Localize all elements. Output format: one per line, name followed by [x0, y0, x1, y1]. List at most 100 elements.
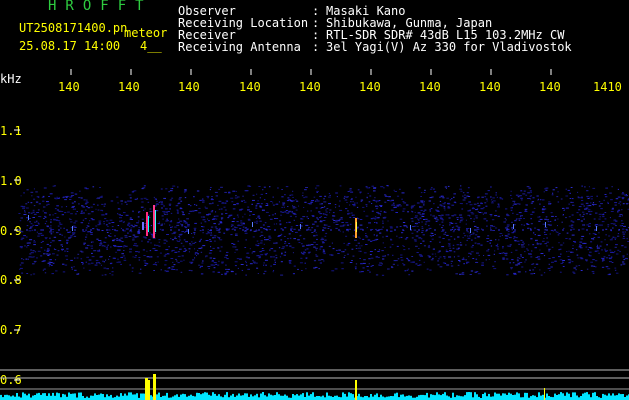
noise-speck: [446, 264, 450, 266]
noise-speck: [230, 225, 233, 227]
noise-speck: [430, 214, 432, 216]
noise-speck: [530, 223, 533, 225]
noise-speck: [494, 250, 496, 252]
noise-speck: [52, 231, 54, 233]
noise-speck: [198, 264, 200, 266]
noise-speck: [384, 201, 387, 203]
noise-speck: [205, 233, 209, 235]
noise-speck: [521, 244, 524, 246]
baseline-bar: [422, 394, 424, 400]
noise-speck: [198, 241, 201, 243]
noise-speck: [525, 259, 527, 261]
noise-speck: [306, 248, 309, 250]
noise-speck: [32, 224, 35, 226]
noise-speck: [590, 265, 594, 267]
noise-speck: [380, 186, 384, 188]
noise-speck: [303, 197, 305, 199]
noise-speck: [287, 197, 290, 199]
noise-speck: [562, 266, 565, 267]
noise-speck: [172, 185, 176, 187]
noise-speck: [214, 226, 217, 228]
noise-speck: [549, 270, 551, 271]
baseline-bar: [336, 395, 338, 400]
noise-speck: [626, 253, 628, 255]
noise-speck: [592, 233, 596, 235]
noise-speck: [614, 237, 617, 239]
noise-speck: [401, 192, 405, 194]
baseline-bar: [530, 396, 532, 400]
noise-speck: [172, 261, 174, 263]
noise-speck: [532, 197, 535, 199]
noise-speck: [478, 254, 480, 256]
noise-speck: [420, 196, 422, 197]
noise-speck: [97, 262, 100, 264]
noise-speck: [621, 197, 625, 199]
noise-speck: [211, 260, 215, 262]
noise-speck: [415, 235, 419, 237]
noise-speck: [591, 271, 595, 273]
noise-speck: [91, 256, 95, 258]
noise-speck: [246, 252, 250, 254]
noise-speck: [84, 187, 87, 189]
noise-speck: [21, 272, 24, 274]
noise-speck: [159, 228, 162, 230]
noise-speck: [411, 270, 414, 272]
noise-speck: [359, 224, 363, 226]
noise-speck: [105, 213, 108, 214]
noise-speck: [398, 204, 401, 206]
noise-speck: [435, 216, 437, 218]
noise-speck: [21, 237, 25, 239]
noise-speck: [183, 250, 186, 252]
noise-speck: [89, 220, 91, 222]
noise-speck: [99, 263, 101, 265]
noise-speck: [529, 190, 532, 192]
noise-speck: [339, 225, 343, 227]
noise-speck: [469, 204, 473, 206]
noise-speck: [40, 247, 43, 249]
noise-speck: [48, 265, 50, 267]
noise-speck: [457, 226, 461, 228]
noise-speck: [283, 254, 286, 256]
noise-speck: [452, 244, 455, 246]
noise-speck: [189, 244, 193, 246]
noise-speck: [622, 261, 625, 263]
noise-speck: [220, 186, 223, 188]
noise-speck: [497, 203, 500, 205]
noise-speck: [37, 250, 41, 252]
noise-speck: [406, 204, 409, 206]
noise-speck: [202, 198, 204, 200]
baseline-bar: [594, 392, 596, 400]
noise-speck: [385, 196, 388, 197]
noise-speck: [202, 260, 204, 262]
baseline-bar: [134, 394, 136, 400]
noise-speck: [566, 232, 569, 234]
baseline-bar: [322, 395, 324, 400]
noise-speck: [580, 238, 583, 240]
noise-speck: [298, 205, 300, 207]
noise-speck: [516, 260, 519, 262]
noise-speck: [226, 251, 229, 253]
noise-speck: [441, 221, 444, 223]
noise-speck: [85, 247, 89, 249]
noise-speck: [510, 207, 513, 209]
noise-speck: [164, 270, 166, 272]
noise-speck: [312, 223, 315, 225]
noise-speck: [442, 238, 445, 239]
noise-speck: [330, 254, 334, 256]
noise-speck: [163, 212, 165, 214]
noise-speck: [367, 192, 369, 194]
noise-speck: [180, 271, 183, 273]
noise-speck: [58, 240, 62, 242]
noise-speck: [185, 222, 188, 223]
noise-speck: [606, 257, 608, 259]
noise-speck: [592, 203, 594, 205]
noise-speck: [71, 195, 75, 196]
baseline-bar: [188, 395, 190, 400]
noise-speck: [614, 225, 617, 227]
noise-speck: [531, 211, 535, 213]
noise-speck: [288, 261, 291, 263]
noise-speck: [122, 255, 126, 257]
noise-speck: [202, 245, 206, 247]
noise-speck: [580, 258, 584, 260]
noise-speck: [439, 216, 442, 218]
